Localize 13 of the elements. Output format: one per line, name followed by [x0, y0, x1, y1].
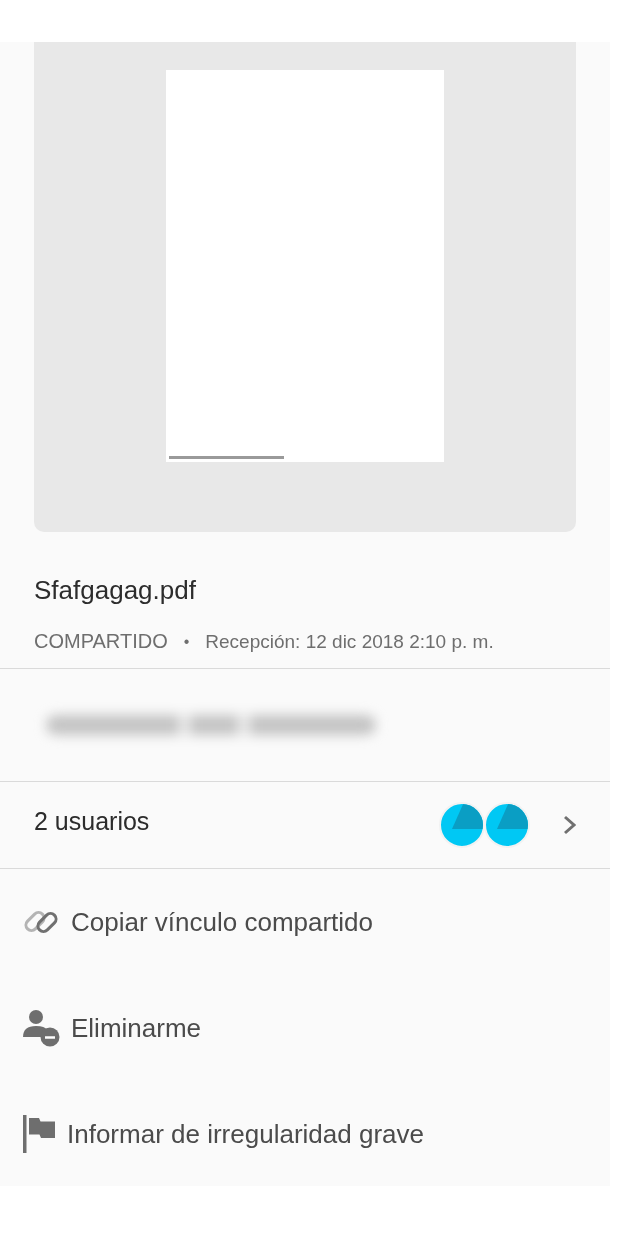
menu-item[interactable]: Informar de irregularidad grave: [22, 1115, 424, 1153]
menu-item[interactable]: Eliminarme: [22, 1009, 202, 1047]
avatar-icon: [484, 802, 530, 848]
chevron-right-icon[interactable]: [563, 815, 576, 835]
flag-icon: [22, 1115, 56, 1153]
share-status: COMPARTIDO: [34, 630, 168, 653]
users-count: 2 usuarios: [34, 806, 150, 836]
separator-dot: •: [183, 632, 190, 652]
person-minus-icon: [22, 1009, 60, 1047]
avatar-icon: [439, 802, 485, 848]
file-name: Sfafgagag.pdf: [34, 575, 197, 606]
menu-item[interactable]: Copiar vínculo compartido: [22, 903, 374, 941]
received-date: Recepción: 12 dic 2018 2:10 p. m.: [205, 630, 494, 653]
